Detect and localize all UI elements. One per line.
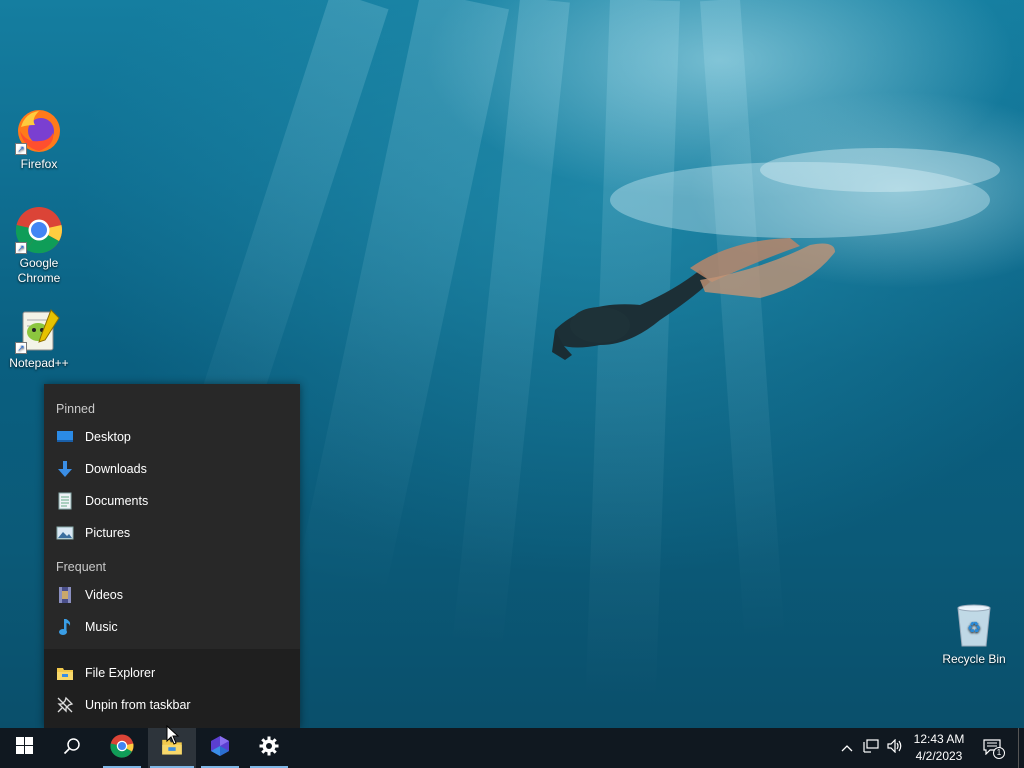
- desktop-icon-label: Recycle Bin: [942, 652, 1006, 666]
- taskbar-app-chrome[interactable]: [101, 728, 143, 768]
- taskbar-app-power-automate[interactable]: [199, 728, 241, 768]
- jumplist-item-label: Documents: [85, 494, 149, 508]
- chrome-icon: ↗: [15, 206, 63, 254]
- desktop-icon-label: Firefox: [20, 157, 58, 171]
- search-button[interactable]: [48, 728, 96, 768]
- power-automate-icon: [209, 735, 231, 762]
- speaker-icon: [887, 738, 903, 758]
- music-folder-icon: [56, 618, 74, 636]
- desktop-folder-icon: [56, 428, 74, 446]
- desktop-icon-chrome[interactable]: ↗ Google Chrome: [1, 206, 77, 286]
- network-tray-button[interactable]: [860, 728, 882, 768]
- shortcut-arrow-icon: ↗: [15, 242, 27, 254]
- search-icon: [63, 737, 81, 760]
- gear-icon: [259, 736, 279, 761]
- jumplist-item-label: Pictures: [85, 526, 131, 540]
- jumplist-item-downloads[interactable]: Downloads: [44, 454, 300, 484]
- jumplist-item-label: Videos: [85, 588, 123, 602]
- file-explorer-jumplist: Pinned Desktop Downloads Documents Pictu…: [44, 384, 300, 728]
- videos-folder-icon: [56, 586, 74, 604]
- downloads-folder-icon: [56, 460, 74, 478]
- taskbar-app-settings[interactable]: [248, 728, 290, 768]
- shortcut-arrow-icon: ↗: [15, 342, 27, 354]
- recycle-bin-icon: ♻: [950, 602, 998, 650]
- jumplist-item-label: Music: [85, 620, 118, 634]
- jumplist-item-videos[interactable]: Videos: [44, 580, 300, 610]
- documents-folder-icon: [56, 492, 74, 510]
- jumplist-action-unpin[interactable]: Unpin from taskbar: [44, 690, 300, 720]
- desktop-icon-recycle-bin[interactable]: ♻ Recycle Bin: [936, 602, 1012, 667]
- jumplist-item-label: Downloads: [85, 462, 147, 476]
- notepadpp-icon: ↗: [15, 306, 63, 354]
- windows-start-icon: [15, 737, 33, 759]
- chrome-icon: [110, 734, 134, 763]
- shortcut-arrow-icon: ↗: [15, 143, 27, 155]
- jumplist-item-music[interactable]: Music: [44, 612, 300, 642]
- clock-time: 12:43 AM: [913, 732, 965, 746]
- clock-date: 4/2/2023: [915, 749, 963, 763]
- show-hidden-icons-button[interactable]: [838, 728, 856, 768]
- desktop-icon-label: Notepad++: [9, 356, 69, 370]
- jumplist-pinned-header: Pinned: [56, 402, 95, 416]
- jumplist-item-documents[interactable]: Documents: [44, 486, 300, 516]
- jumplist-action-file-explorer[interactable]: File Explorer: [44, 658, 300, 688]
- jumplist-item-label: Desktop: [85, 430, 131, 444]
- firefox-icon: ↗: [15, 107, 63, 155]
- jumplist-item-pictures[interactable]: Pictures: [44, 518, 300, 548]
- clock-button[interactable]: 12:43 AM 4/2/2023: [906, 731, 972, 765]
- jumplist-frequent-header: Frequent: [56, 560, 107, 574]
- network-icon: [863, 738, 879, 758]
- mouse-cursor-icon: [166, 725, 180, 745]
- desktop-icon-notepadpp[interactable]: ↗ Notepad++: [1, 306, 77, 371]
- chevron-up-icon: [841, 739, 853, 757]
- pictures-folder-icon: [56, 524, 74, 542]
- jumplist-item-label: File Explorer: [85, 666, 156, 680]
- action-center-button[interactable]: 1: [980, 728, 1006, 768]
- taskbar: 12:43 AM 4/2/2023 1: [0, 728, 1024, 768]
- desktop-icon-label: Google Chrome: [17, 256, 61, 285]
- notification-icon: 1: [983, 739, 1005, 759]
- jumplist-item-label: Unpin from taskbar: [85, 698, 191, 712]
- notification-count-badge: 1: [993, 747, 1005, 759]
- file-explorer-icon: [56, 664, 74, 682]
- svg-text:♻: ♻: [967, 618, 981, 637]
- volume-tray-button[interactable]: [884, 728, 906, 768]
- jumplist-item-desktop[interactable]: Desktop: [44, 422, 300, 452]
- start-button[interactable]: [0, 728, 48, 768]
- desktop-icon-firefox[interactable]: ↗ Firefox: [1, 107, 77, 172]
- show-desktop-divider[interactable]: [1018, 728, 1019, 768]
- unpin-icon: [56, 696, 74, 714]
